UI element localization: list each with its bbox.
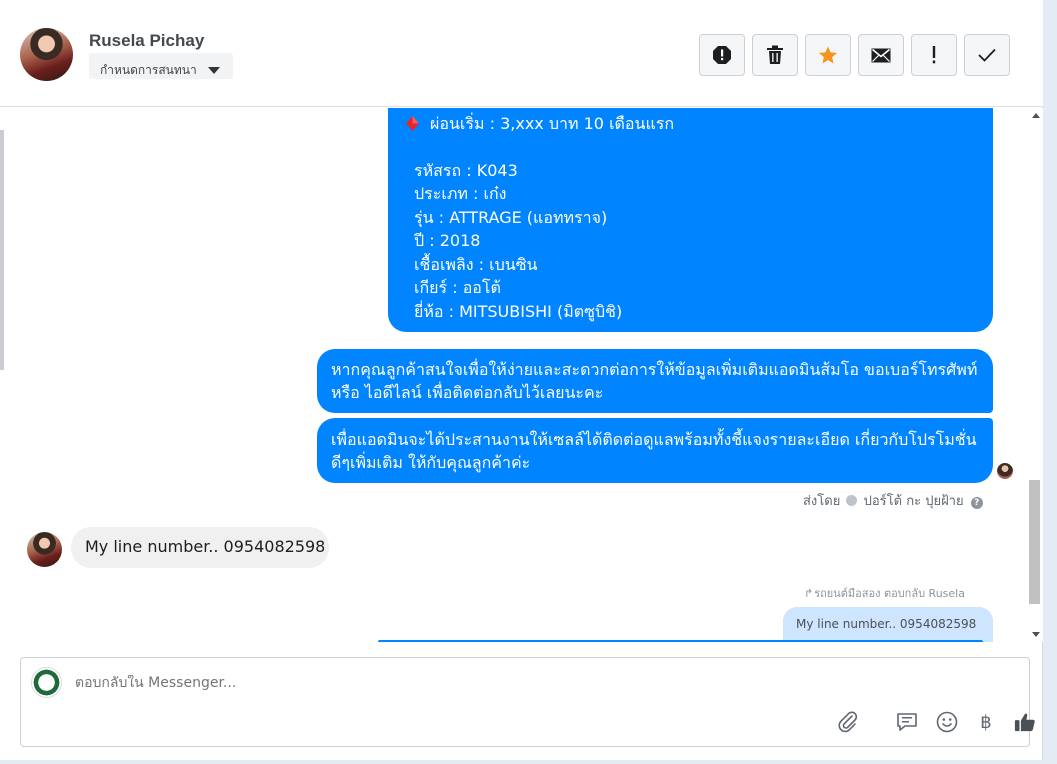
payment-button[interactable]: ฿ [975,711,997,733]
car-model-line: รุ่น : ATTRAGE (แอททราจ) [414,207,608,227]
mark-spam-button[interactable] [699,34,745,76]
partial-outgoing-message [378,640,983,642]
delete-button[interactable] [752,34,798,76]
assign-conversation-dropdown[interactable]: กำหนดการสนทนา [89,53,233,79]
message-thread[interactable]: ผ่อนเริ่ม : 3,xxx บาท 10 เดือนแรก รหัสรถ… [0,108,1028,642]
car-fuel-line: เชื้อเพลิง : เบนซิน [414,254,538,274]
sent-by-prefix: ส่งโดย [803,494,841,509]
attach-button[interactable] [837,711,859,733]
help-question-icon[interactable]: ? [970,497,983,509]
car-code-line: รหัสรถ : K043 [414,160,518,180]
reply-arrow-icon: ↱ [804,587,814,600]
conversation-header: Rusela Pichay กำหนดการสนทนา [0,0,1043,107]
like-button[interactable] [1014,711,1036,733]
thumbs-up-icon [1014,713,1035,732]
reply-reference-text: รถยนต์มือสอง ตอบกลับ Rusela [814,587,965,600]
car-type-line: ประเภท : เก๋ง [414,184,507,203]
page-logo-avatar [31,667,62,698]
car-year-line: ปี : 2018 [414,231,481,250]
mark-done-button[interactable] [964,34,1010,76]
outgoing-message-coordination[interactable]: เพื่อแอดมินจะได้ประสานงานให้เซลล์ได้ติดต… [317,418,993,483]
chat-scrollbar[interactable] [1028,108,1043,642]
star-icon [819,46,837,63]
follow-up-button[interactable] [911,34,957,76]
envelope-icon [871,48,891,62]
conversation-window: Rusela Pichay กำหนดการสนทนา ผ่อนเริ่ม: … [0,0,1043,760]
baht-icon: ฿ [980,711,992,733]
scroll-thumb[interactable] [1029,480,1040,604]
emoji-icon [936,711,958,733]
installment-text: ผ่อนเริ่ม : 3,xxx บาท 10 เดือนแรก [430,114,675,133]
red-diamond-icon [406,116,419,131]
customer-avatar[interactable] [27,532,62,567]
contact-avatar[interactable] [20,28,73,81]
mark-unread-button[interactable] [858,34,904,76]
exclamation-icon [932,46,936,64]
outgoing-message-car-details[interactable]: ผ่อนเริ่ม : 3,xxx บาท 10 เดือนแรก รหัสรถ… [388,108,993,332]
outgoing-message-contact-request[interactable]: หากคุณลูกค้าสนใจเพื่อให้ง่ายและสะดวกต่อก… [317,349,993,413]
scroll-down-arrow-icon[interactable] [1032,632,1040,637]
reply-reference: ↱รถยนต์มือสอง ตอบกลับ Rusela [804,584,965,602]
emoji-button[interactable] [936,711,958,733]
scroll-up-arrow-icon[interactable] [1032,113,1040,118]
seen-indicator-avatar [997,463,1013,479]
contact-name[interactable]: Rusela Pichay [89,31,204,51]
saved-replies-button[interactable] [896,711,918,733]
paperclip-icon [838,711,858,733]
incoming-message[interactable]: My line number.. 0954082598 [71,527,329,568]
alert-octagon-icon [713,46,731,64]
assign-label: กำหนดการสนทนา [100,63,197,77]
reply-input[interactable] [75,675,775,691]
checkmark-icon [978,48,996,62]
caret-down-icon [208,67,220,74]
verified-check-icon [846,495,858,506]
quick-reply-icon [897,713,917,731]
sent-by-name: ปอร์โต้ กะ ปุยฝ้าย [863,494,964,509]
star-button[interactable] [805,34,851,76]
sent-by-label: ส่งโดย ปอร์โต้ กะ ปุยฝ้าย ? [803,490,983,511]
car-brand-line: ยี่ห้อ : MITSUBISHI (มิตซูบิชิ) [414,301,623,321]
car-gear-line: เกียร์ : ออโต้ [414,278,501,297]
quoted-reply-bubble[interactable]: My line number.. 0954082598 [783,607,993,642]
message-composer: ฿ [20,657,1035,747]
trash-icon [767,45,783,64]
installment-line: ผ่อนเริ่ม : 3,xxx บาท 10 เดือนแรก [406,112,993,136]
